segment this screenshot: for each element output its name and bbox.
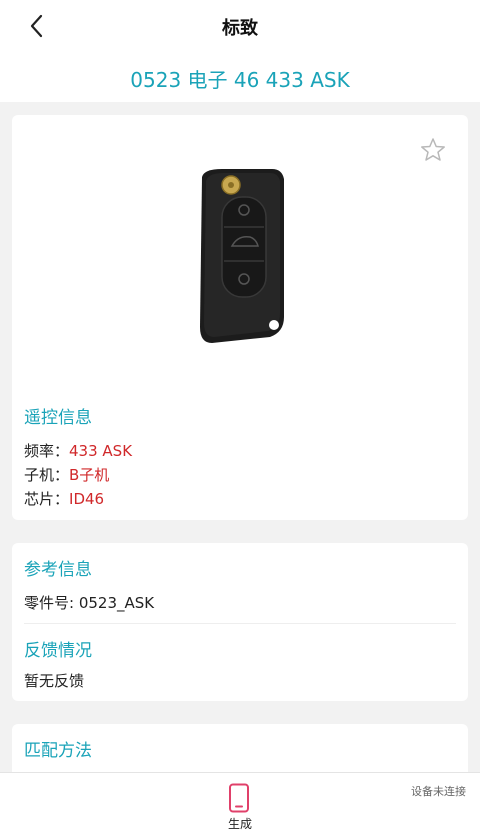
phone-icon (229, 783, 249, 813)
handset-row: 子机：B子机 (24, 464, 109, 485)
feedback-title: 反馈情况 (24, 641, 92, 661)
handset-label: 子机： (24, 466, 70, 484)
frequency-value: 433 ASK (69, 442, 133, 460)
reference-info-title: 参考信息 (24, 560, 92, 580)
remote-info-title: 遥控信息 (24, 408, 92, 428)
frequency-label: 频率： (24, 442, 70, 460)
chip-label: 芯片： (24, 490, 70, 508)
frequency-row: 频率：433 ASK (24, 440, 132, 461)
chip-value: ID46 (69, 490, 105, 508)
connection-status: 设备未连接 (411, 785, 466, 798)
reference-card: 参考信息 零件号: 0523_ASK 反馈情况 暂无反馈 (12, 543, 468, 701)
bottom-bar: 生成 设备未连接 (0, 772, 480, 830)
part-number: 零件号: 0523_ASK (24, 594, 155, 612)
tab-generate-label: 生成 (227, 817, 252, 830)
car-key-image (200, 169, 284, 343)
remote-card: 遥控信息 频率：433 ASK 子机：B子机 芯片：ID46 (12, 115, 468, 520)
chip-row: 芯片：ID46 (24, 488, 104, 509)
divider (24, 623, 456, 624)
feedback-text: 暂无反馈 (24, 672, 85, 690)
header: 标致 0523 电子 46 433 ASK (0, 0, 480, 102)
star-icon[interactable] (420, 137, 446, 163)
model-subtitle: 0523 电子 46 433 ASK (130, 68, 350, 92)
handset-value: B子机 (69, 466, 110, 484)
match-method-title: 匹配方法 (24, 741, 92, 761)
page-title: 标致 (222, 18, 258, 39)
